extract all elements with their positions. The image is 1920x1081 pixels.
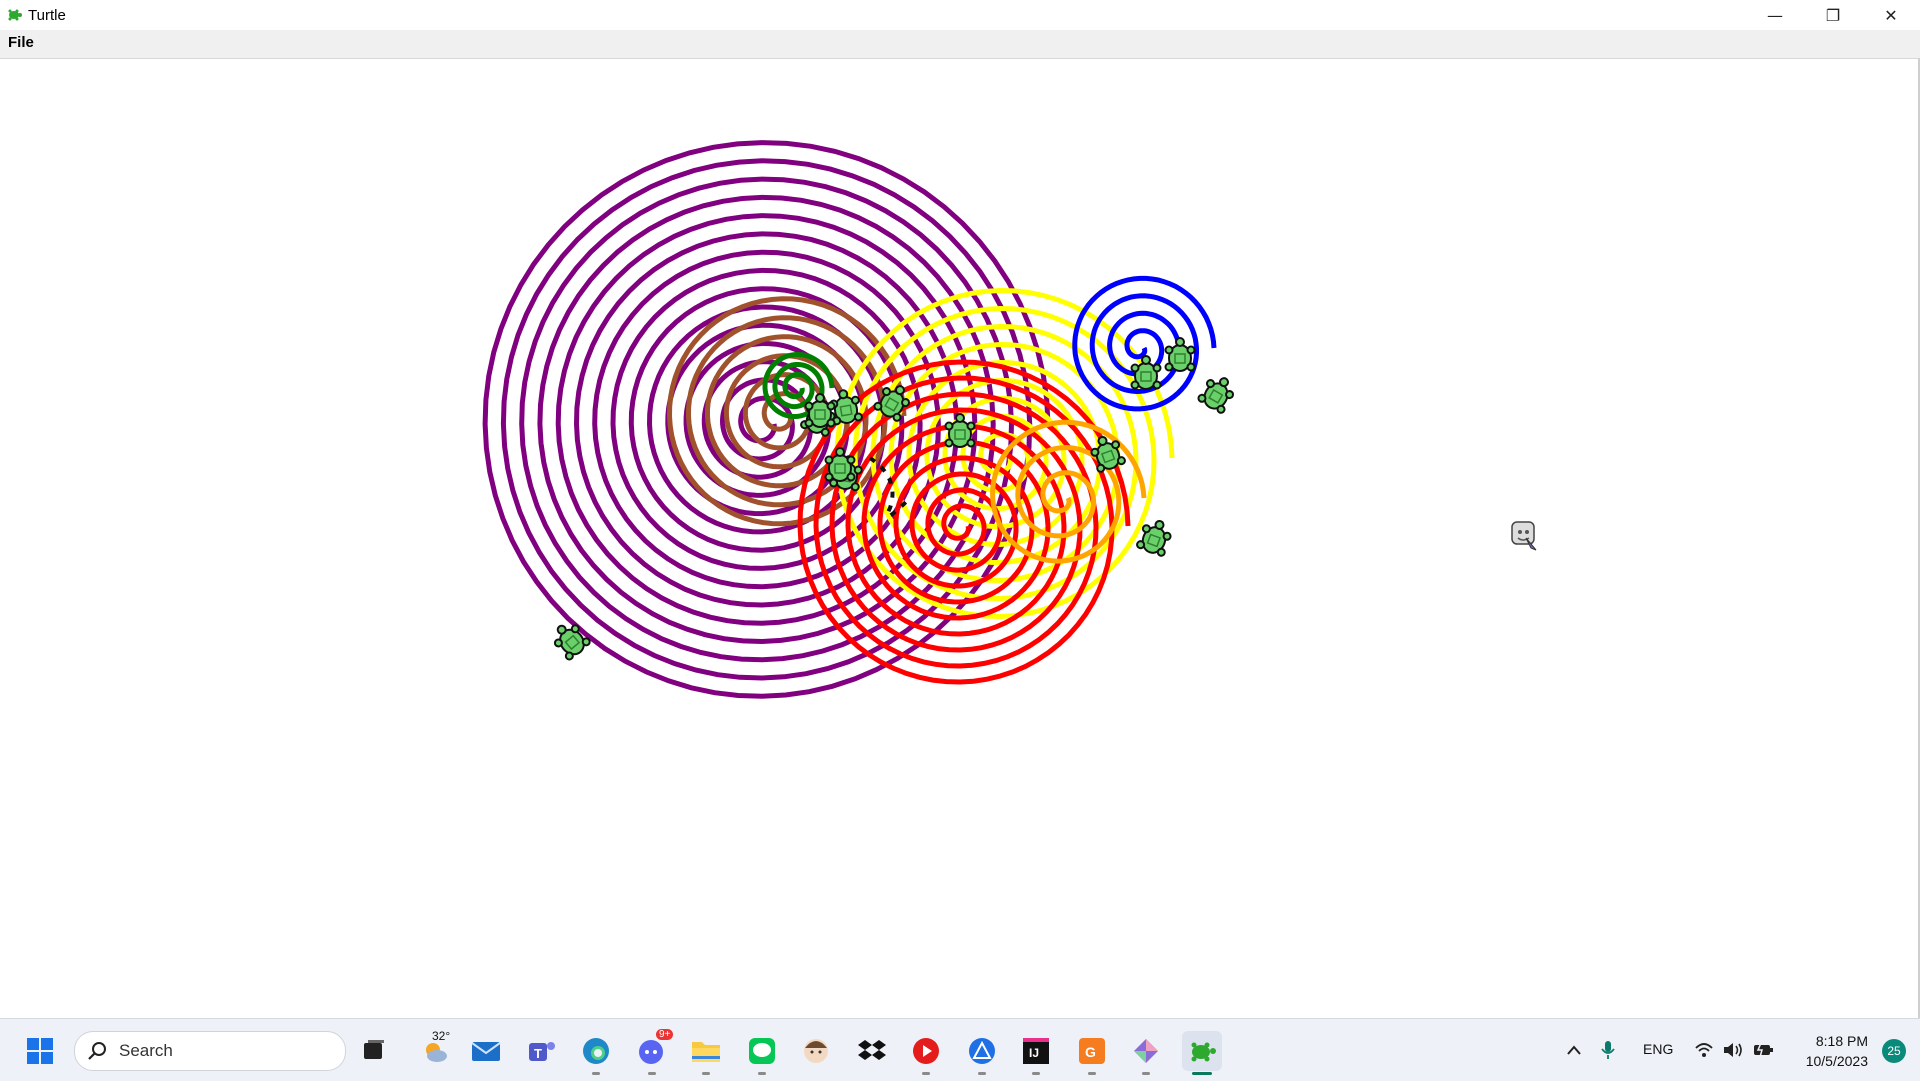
- running-indicator: [1088, 1072, 1096, 1075]
- edge-icon: [583, 1038, 609, 1064]
- running-indicator: [702, 1072, 710, 1075]
- intellij-icon: IJ: [1023, 1038, 1049, 1064]
- discord-app[interactable]: 9+: [632, 1029, 674, 1075]
- teams-icon: T: [529, 1042, 555, 1061]
- dropbox-icon: [858, 1040, 886, 1060]
- intellij-app[interactable]: IJ: [1016, 1031, 1056, 1075]
- clock-time: 8:18 PM: [1815, 1033, 1868, 1049]
- menu-bar: File: [0, 30, 1920, 59]
- clock[interactable]: 8:18 PM 10/5/2023: [1806, 1031, 1868, 1071]
- windows-logo-icon: [27, 1038, 53, 1064]
- start-button[interactable]: [20, 1031, 60, 1071]
- taskbar-search[interactable]: Search: [74, 1031, 346, 1071]
- discord-icon: [639, 1040, 663, 1064]
- running-indicator: [592, 1072, 600, 1075]
- triangle-app-icon: [969, 1038, 995, 1064]
- file-explorer-app[interactable]: [686, 1031, 726, 1075]
- mail-app[interactable]: [466, 1031, 506, 1071]
- turtle-app[interactable]: [1182, 1031, 1222, 1075]
- game-avatar-icon: [804, 1039, 828, 1063]
- running-indicator: [1142, 1072, 1150, 1075]
- turtle-canvas[interactable]: [0, 58, 1920, 1018]
- play-icon: [913, 1038, 939, 1064]
- svg-text:G: G: [1085, 1044, 1096, 1060]
- svg-text:IJ: IJ: [1029, 1046, 1039, 1060]
- running-indicator: [1032, 1072, 1040, 1075]
- turtle-sprite-icon: [553, 624, 591, 661]
- turtle-sprite-icon: [944, 413, 976, 448]
- folder-icon: [692, 1042, 720, 1062]
- pdf-app[interactable]: G: [1072, 1031, 1112, 1075]
- turtle-sprite-icon: [824, 447, 856, 482]
- media-player-app[interactable]: [906, 1031, 946, 1075]
- close-button[interactable]: ✕: [1862, 0, 1920, 30]
- line-icon: [749, 1038, 775, 1064]
- line-app[interactable]: [742, 1031, 782, 1075]
- window-controls: — ❐ ✕: [1746, 0, 1920, 30]
- pdf-icon: G: [1079, 1038, 1105, 1064]
- task-view-icon: [364, 1040, 384, 1059]
- taskbar: Search 32° T 9+ IJ G ENG 8:18 PM 10/5/20…: [0, 1018, 1920, 1081]
- running-indicator: [758, 1072, 766, 1075]
- volume-icon[interactable]: [1722, 1041, 1744, 1059]
- restore-button[interactable]: ❐: [1804, 0, 1862, 30]
- weather-temp: 32°: [432, 1029, 451, 1043]
- turtle-app-icon: [8, 9, 22, 21]
- mail-icon: [471, 1042, 501, 1061]
- search-icon: [88, 1042, 106, 1060]
- turtle-taskbar-icon: [1191, 1042, 1216, 1062]
- turtle-sprite-icon: [1164, 337, 1196, 372]
- cursor-sprite-icon: [1511, 521, 1537, 551]
- gem-app[interactable]: [1126, 1031, 1166, 1075]
- search-label: Search: [119, 1041, 173, 1060]
- edge-app[interactable]: [576, 1031, 616, 1075]
- notification-badge[interactable]: 25: [1882, 1039, 1906, 1063]
- dropbox-app[interactable]: [852, 1031, 892, 1071]
- game-app[interactable]: [796, 1031, 836, 1071]
- minimize-button[interactable]: —: [1746, 0, 1804, 30]
- gem-icon: [1134, 1039, 1158, 1063]
- turtle-sprite-icon: [1197, 377, 1235, 414]
- drawing-svg: [482, 140, 1537, 699]
- weather-widget[interactable]: 32°: [412, 1029, 458, 1071]
- running-indicator: [978, 1072, 986, 1075]
- title-bar: Turtle — ❐ ✕: [0, 0, 1920, 30]
- clock-date: 10/5/2023: [1805, 1053, 1868, 1069]
- turtle-sprite-icon: [1130, 355, 1162, 390]
- blue-app[interactable]: [962, 1031, 1002, 1075]
- wifi-icon[interactable]: [1694, 1041, 1714, 1059]
- running-indicator: [648, 1072, 656, 1075]
- menu-file[interactable]: File: [8, 34, 34, 51]
- window-title: Turtle: [28, 6, 66, 24]
- active-indicator: [1192, 1072, 1212, 1075]
- svg-text:T: T: [534, 1046, 542, 1061]
- task-view-button[interactable]: [354, 1031, 394, 1071]
- chat-badge: 9+: [656, 1029, 674, 1040]
- battery-icon[interactable]: [1752, 1041, 1774, 1059]
- microphone-icon[interactable]: [1600, 1039, 1616, 1061]
- running-indicator: [922, 1072, 930, 1075]
- language-indicator[interactable]: ENG: [1643, 1041, 1673, 1057]
- chevron-up-icon[interactable]: [1566, 1043, 1582, 1057]
- teams-app[interactable]: T: [522, 1031, 562, 1071]
